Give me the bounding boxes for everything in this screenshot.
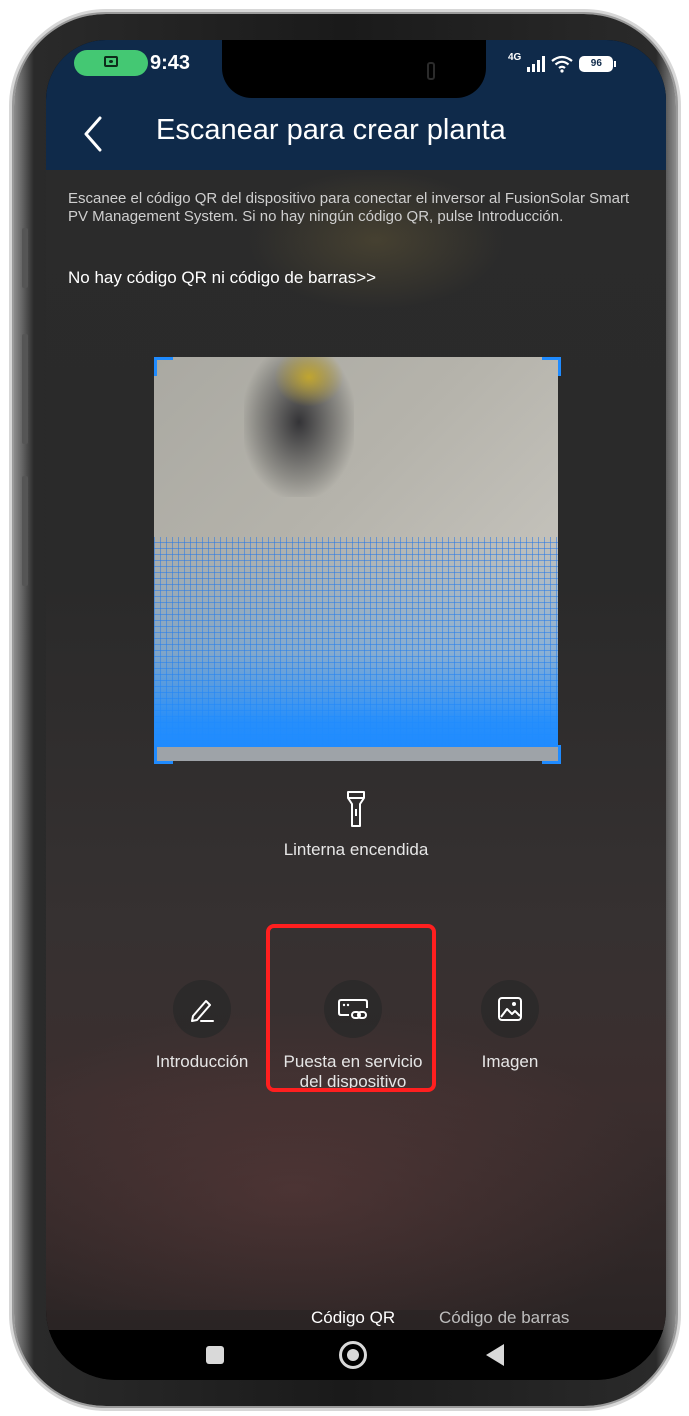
viewfinder-object-highlight <box>274 357 344 407</box>
home-button[interactable] <box>339 1341 367 1369</box>
status-bar: 9:43 4G 96 <box>46 40 666 102</box>
viewfinder-corner-top-left <box>154 357 173 376</box>
volume-down-button <box>22 334 28 444</box>
imagen-icon-button[interactable] <box>481 980 539 1038</box>
battery-icon: 96 <box>579 56 617 72</box>
power-button <box>22 476 28 586</box>
camera-preview: Escanee el código QR del dispositivo par… <box>46 170 666 1330</box>
viewfinder-corner-bottom-left <box>154 745 173 764</box>
camera-icon <box>104 56 118 67</box>
action-label-introduccion: Introducción <box>155 1052 249 1071</box>
action-imagen[interactable]: Imagen <box>430 980 590 1072</box>
battery-level: 96 <box>590 58 602 69</box>
flashlight-button[interactable] <box>329 790 383 830</box>
tab-qr-code[interactable]: Código QR <box>311 1308 395 1328</box>
front-sensor <box>427 62 435 80</box>
action-label-imagen: Imagen <box>481 1052 539 1071</box>
scan-viewfinder <box>154 357 558 761</box>
image-icon <box>498 997 522 1021</box>
flashlight-label[interactable]: Linterna encendida <box>206 840 506 860</box>
wifi-icon <box>551 55 574 73</box>
viewfinder-corner-top-right <box>542 357 561 376</box>
back-button[interactable] <box>74 112 114 156</box>
signal-strength-icon <box>527 56 546 72</box>
pencil-icon <box>191 1000 214 1022</box>
action-introduccion[interactable]: Introducción <box>122 980 282 1072</box>
viewfinder-corner-bottom-right <box>542 745 561 764</box>
system-navigation-bar <box>46 1330 666 1380</box>
volume-up-button <box>22 228 28 288</box>
introduccion-icon-button[interactable] <box>173 980 231 1038</box>
phone-screen: 9:43 4G 96 Escanear para crear planta Es… <box>46 40 666 1380</box>
recent-apps-button[interactable] <box>206 1346 224 1364</box>
page-title: Escanear para crear planta <box>156 114 506 146</box>
viewfinder-floor <box>154 747 558 761</box>
scan-instructions: Escanee el código QR del dispositivo par… <box>68 190 630 225</box>
no-code-link[interactable]: No hay código QR ni código de barras>> <box>68 268 376 288</box>
tab-barcode[interactable]: Código de barras <box>439 1308 569 1328</box>
system-back-button[interactable] <box>486 1344 504 1366</box>
highlight-box <box>266 924 436 1092</box>
status-icons: 4G 96 <box>508 52 617 76</box>
app-header: Escanear para crear planta <box>46 102 666 170</box>
scan-line-grid <box>154 537 558 747</box>
flashlight-icon <box>347 791 365 827</box>
network-type-label: 4G <box>508 52 522 63</box>
chevron-left-icon <box>84 116 102 152</box>
camera-in-use-indicator <box>74 50 148 76</box>
status-time: 9:43 <box>150 52 191 74</box>
display-notch <box>222 40 486 98</box>
